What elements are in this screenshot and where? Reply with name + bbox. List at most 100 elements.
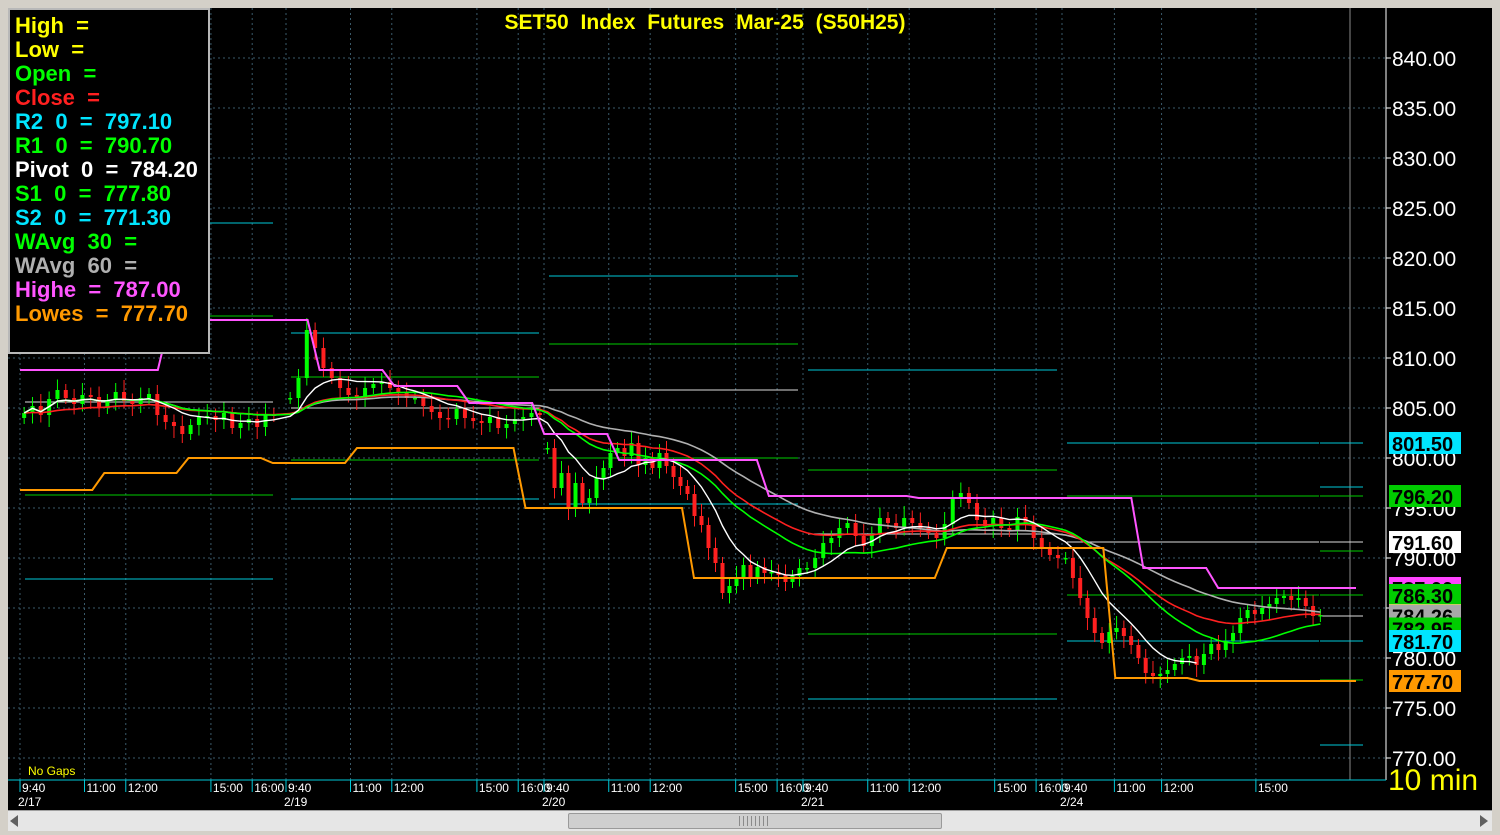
candle-body (346, 388, 351, 395)
candle-body (975, 503, 980, 520)
candle-body (1085, 598, 1090, 618)
candle-body (885, 518, 890, 523)
time-tick-label: 15:00 (997, 781, 1027, 795)
candle-body (552, 448, 557, 488)
price-label-text: 777.70 (1392, 672, 1453, 694)
scroll-right-arrow-icon[interactable] (1480, 815, 1488, 827)
candle-body (429, 406, 434, 412)
candle-body (1238, 618, 1243, 633)
candle-body (288, 398, 293, 400)
candle-body (692, 494, 697, 516)
candle-body (1143, 658, 1148, 673)
date-label: 2/19 (284, 795, 308, 809)
candle-body (1150, 673, 1155, 676)
candle-body (1274, 598, 1279, 604)
legend-row: High = (15, 13, 89, 38)
price-label: 801.50 (1389, 432, 1461, 456)
chart-window: 840.00 835.00 830.00 825.00 820.00 815.00 810.… (0, 0, 1500, 835)
candle-body (678, 477, 683, 486)
candle-body (462, 409, 467, 418)
y-tick-label: 815.00 (1392, 298, 1456, 321)
date-label: 2/20 (542, 795, 566, 809)
price-label: 796.20 (1389, 485, 1461, 509)
price-label-text: 801.50 (1392, 434, 1453, 456)
date-label: 2/24 (1060, 795, 1084, 809)
candle-body (22, 413, 27, 418)
candle-body (487, 417, 492, 423)
candle-body (1209, 644, 1214, 654)
candle-body (1158, 674, 1163, 676)
time-tick-label: 9:40 (546, 781, 570, 795)
candle-body (1165, 670, 1170, 674)
time-tick-label: 11:00 (353, 781, 382, 795)
candle-body (296, 378, 301, 398)
candle-body (671, 466, 676, 477)
chart-title: SET50 Index Futures Mar-25 (S50H25) (505, 11, 906, 34)
price-label: 781.70 (1389, 630, 1461, 654)
candle-body (1114, 628, 1119, 632)
time-tick-label: 12:00 (394, 781, 424, 795)
price-chart[interactable]: 840.00 835.00 830.00 825.00 820.00 815.00 810.… (8, 8, 1492, 810)
candle-body (587, 498, 592, 503)
candle-body (559, 473, 564, 488)
candle-body (580, 483, 585, 503)
time-tick-label: 15:00 (1258, 781, 1288, 795)
candle-body (594, 478, 599, 498)
candle-body (304, 330, 309, 378)
candle-body (97, 397, 102, 408)
candle-body (421, 398, 426, 406)
candle-body (479, 421, 484, 423)
candle-body (1187, 656, 1192, 658)
candle-body (147, 394, 151, 398)
candle-body (727, 586, 732, 593)
candle-body (910, 518, 915, 523)
time-tick-label: 12:00 (1164, 781, 1194, 795)
candle-body (446, 418, 451, 420)
candle-body (537, 413, 542, 415)
candle-body (471, 418, 476, 421)
candle-body (504, 424, 509, 428)
candle-body (371, 384, 376, 388)
horizontal-scrollbar[interactable] (8, 810, 1492, 831)
candle-body (1201, 654, 1206, 665)
candle-body (1136, 645, 1141, 658)
candle-body (1318, 615, 1323, 617)
candle-body (1231, 633, 1236, 641)
no-gaps-label: No Gaps (28, 764, 75, 778)
y-tick-label: 840.00 (1392, 48, 1456, 71)
interval-label: 10 min (1388, 764, 1479, 797)
price-label: 791.60 (1389, 531, 1461, 555)
price-label: 777.70 (1389, 670, 1461, 694)
candle-body (769, 572, 774, 574)
candle-body (699, 516, 704, 525)
candle-body (748, 565, 753, 578)
candle-body (171, 422, 176, 426)
candle-body (1194, 656, 1199, 665)
candle-body (622, 448, 627, 456)
candle-body (521, 417, 526, 419)
y-tick-label: 805.00 (1392, 398, 1456, 421)
candle-body (734, 578, 739, 586)
candle-body (63, 390, 68, 398)
grip-icon (739, 816, 769, 826)
indicator-legend: High = Low = Open = Close = R2 0 = 797.10 R1 … (8, 8, 210, 354)
candle-body (741, 565, 746, 578)
candle-body (713, 548, 718, 563)
legend-row: Pivot 0 = 784.20 (15, 157, 198, 182)
candle-body (573, 483, 578, 508)
time-tick-label: 15:00 (213, 781, 243, 795)
candle-body (1055, 555, 1060, 558)
time-tick-label: 9:40 (805, 781, 829, 795)
time-tick-label: 11:00 (611, 781, 640, 795)
time-tick-label: 12:00 (911, 781, 941, 795)
price-label-text: 796.20 (1392, 487, 1453, 509)
time-tick-label: 9:40 (1064, 781, 1088, 795)
candle-body (1252, 610, 1257, 614)
candle-body (706, 525, 711, 548)
scroll-left-arrow-icon[interactable] (10, 815, 18, 827)
scrollbar-thumb[interactable] (568, 813, 942, 829)
candle-body (608, 453, 613, 468)
legend-row: Lowes = 777.70 (15, 301, 189, 326)
legend-row: WAvg 30 = (15, 229, 138, 254)
candle-body (238, 423, 243, 428)
